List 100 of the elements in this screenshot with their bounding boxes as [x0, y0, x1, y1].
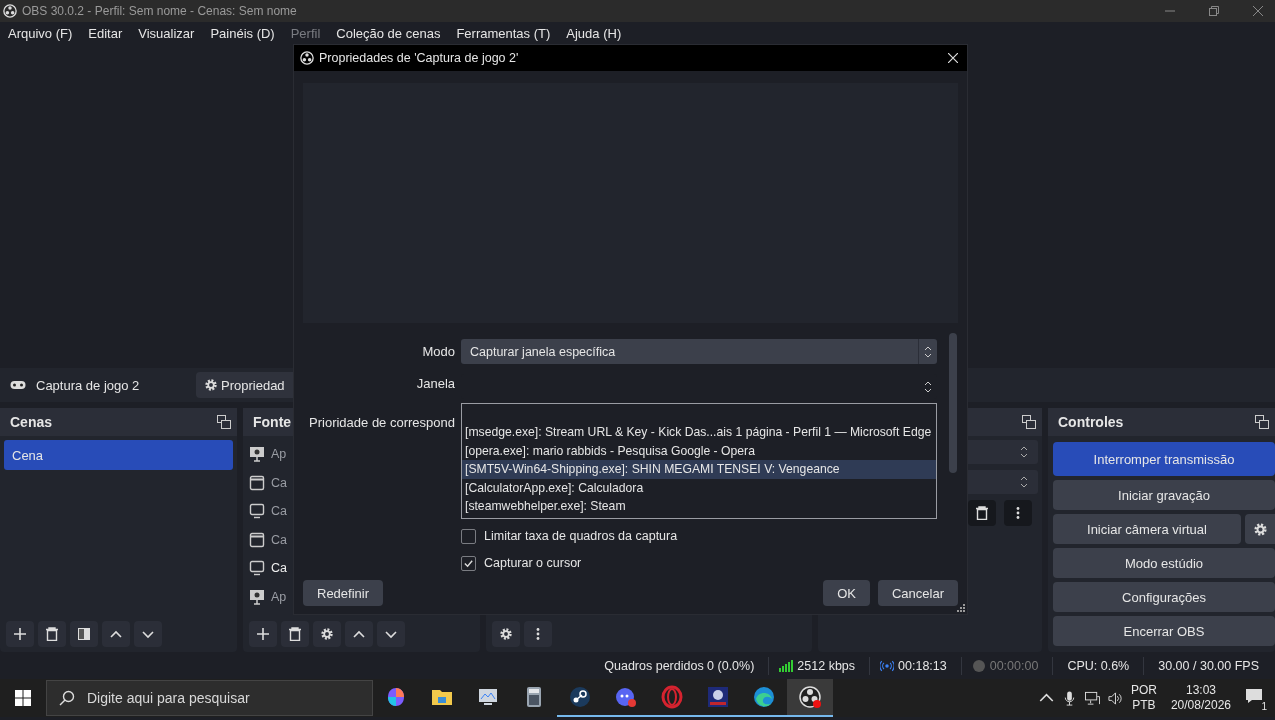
input-language[interactable]: POR: [1130, 683, 1157, 698]
source-item[interactable]: Ca: [271, 561, 287, 576]
menu-item[interactable]: Editar: [88, 25, 123, 41]
settings-button[interactable]: [492, 621, 520, 647]
control-button[interactable]: Modo estúdio: [1053, 548, 1275, 578]
app-logo-icon: [300, 51, 314, 65]
monitor-icon: [249, 503, 265, 520]
settings-button[interactable]: [1245, 514, 1275, 544]
gear-icon: [499, 627, 513, 641]
mode-dropdown[interactable]: Capturar janela específica: [461, 339, 937, 364]
network-icon[interactable]: [1084, 690, 1100, 706]
delete-button[interactable]: [38, 621, 66, 647]
keyboard-layout[interactable]: PTB: [1132, 698, 1156, 713]
menu-item[interactable]: Ferramentas (T): [456, 25, 551, 41]
search-field[interactable]: Digite aqui para pesquisar: [46, 680, 373, 716]
window-option[interactable]: [opera.exe]: mario rabbids - Pesquisa Google - Opera: [462, 441, 936, 461]
control-button[interactable]: Iniciar gravação: [1053, 480, 1275, 510]
cpu-usage: CPU: 0.6%: [1066, 658, 1131, 673]
volume-icon[interactable]: [1107, 690, 1123, 706]
checkbox-label[interactable]: Capturar o cursor: [484, 556, 582, 571]
trash-icon: [288, 627, 302, 641]
checkbox[interactable]: [461, 528, 476, 544]
up-down-chevron-icon: [1020, 475, 1028, 489]
notifications-icon[interactable]: [1245, 688, 1263, 704]
scrollbar[interactable]: [949, 333, 957, 473]
gamepad-icon: [10, 380, 26, 390]
source-item[interactable]: Ap: [271, 447, 287, 462]
more-menu-button[interactable]: [1004, 500, 1032, 526]
settings-button[interactable]: [313, 621, 341, 647]
panel-title: Fonte: [253, 414, 292, 430]
plus-icon: [13, 627, 27, 641]
window-icon: [249, 474, 265, 491]
menu-item[interactable]: Ajuda (H): [566, 25, 622, 41]
restore-icon[interactable]: [1209, 6, 1219, 16]
record-time: 00:00:00: [988, 658, 1040, 673]
bitrate: 2512 kbps: [796, 658, 857, 673]
dialog-title: Propriedades de 'Captura de jogo 2': [319, 51, 519, 65]
filter-button[interactable]: [70, 621, 98, 647]
scene-item[interactable]: Cena: [4, 440, 233, 470]
plus-icon: [256, 627, 270, 641]
control-button[interactable]: Configurações: [1053, 582, 1275, 612]
fps-reading: 30.00 / 30.00 FPS: [1157, 658, 1260, 673]
menu-item[interactable]: Arquivo (F): [8, 25, 73, 41]
cancel-button[interactable]: Cancelar: [877, 580, 958, 606]
trash-icon: [45, 627, 59, 641]
source-item[interactable]: Ca: [271, 475, 287, 490]
move-down-button[interactable]: [134, 621, 162, 647]
menu-item[interactable]: Visualizar: [138, 25, 195, 41]
clock-date[interactable]: 20/08/2026: [1170, 698, 1231, 713]
checkbox[interactable]: [461, 555, 476, 571]
undock-icon[interactable]: [1255, 415, 1269, 429]
add-button[interactable]: [6, 621, 34, 647]
signal-icon: [779, 659, 794, 672]
field-label: Janela: [415, 376, 455, 391]
slideshow-icon: [249, 446, 265, 463]
source-item[interactable]: Ca: [271, 532, 287, 547]
control-button[interactable]: Iniciar câmera virtual: [1053, 514, 1241, 544]
filter-icon: [77, 627, 91, 641]
monitor-icon: [249, 560, 265, 577]
reset-button[interactable]: Redefinir: [303, 580, 384, 606]
undock-icon[interactable]: [1022, 415, 1036, 429]
window-option[interactable]: [msedge.exe]: Stream URL & Key - Kick Das...ais 1 página - Perfil 1 — Microsoft Edge: [462, 423, 936, 442]
gear-icon: [204, 378, 218, 392]
dropped-frames: Quadros perdidos 0 (0.0%): [600, 658, 759, 673]
field-label: Prioridade de correspond: [308, 414, 455, 430]
menu-item[interactable]: Coleção de cenas: [336, 25, 441, 41]
obs-app-icon[interactable]: [787, 679, 833, 717]
add-button[interactable]: [249, 621, 277, 647]
checkbox-label[interactable]: Limitar taxa de quadros da captura: [484, 529, 678, 544]
notification-count: 1: [1259, 701, 1269, 712]
move-down-button[interactable]: [377, 621, 405, 647]
window-title: OBS 30.0.2 - Perfil: Sem nome - Cenas: Sem nome: [22, 4, 297, 18]
stream-time: 00:18:13: [897, 658, 948, 673]
window-option[interactable]: [steamwebhelper.exe]: Steam: [462, 497, 936, 516]
field-label: Modo: [421, 344, 455, 359]
start-icon[interactable]: [15, 690, 31, 706]
move-up-button[interactable]: [102, 621, 130, 647]
window-option[interactable]: [SMT5V-Win64-Shipping.exe]: SHIN MEGAMI TENSEI V: Vengeance: [462, 460, 936, 479]
control-button[interactable]: Encerrar OBS: [1053, 616, 1275, 646]
resize-grip-icon[interactable]: [957, 604, 965, 612]
app-logo-icon: [3, 4, 17, 18]
clock-time[interactable]: 13:03: [1185, 683, 1216, 698]
slideshow-icon: [249, 588, 265, 605]
source-item[interactable]: Ca: [271, 504, 287, 519]
gear-icon: [1252, 521, 1268, 537]
undock-icon[interactable]: [217, 415, 231, 429]
ok-button[interactable]: OK: [823, 580, 870, 606]
up-down-chevron-icon: [924, 379, 932, 394]
up-down-chevron-icon: [1020, 445, 1028, 459]
move-up-button[interactable]: [345, 621, 373, 647]
more-menu-button[interactable]: [524, 621, 552, 647]
delete-button[interactable]: [968, 500, 996, 526]
delete-button[interactable]: [281, 621, 309, 647]
checkmark-icon: [463, 557, 474, 569]
panel-title: Controles: [1058, 414, 1124, 430]
window-option[interactable]: [CalculatorApp.exe]: Calculadora: [462, 478, 936, 498]
source-item[interactable]: Ap: [271, 589, 287, 604]
trash-icon: [975, 506, 989, 520]
control-button[interactable]: Interromper transmissão: [1053, 442, 1275, 476]
menu-item[interactable]: Painéis (D): [210, 25, 275, 41]
